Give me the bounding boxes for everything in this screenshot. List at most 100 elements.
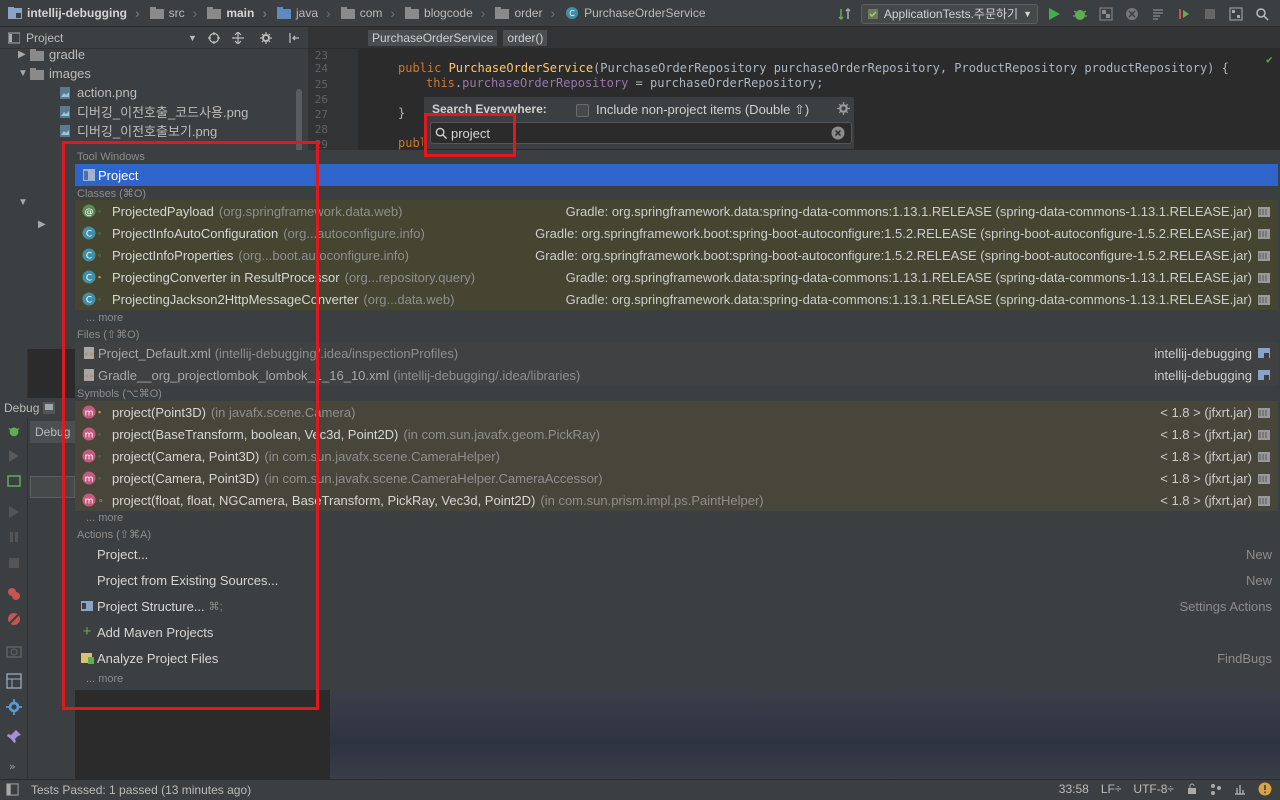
result-symbol[interactable]: m ◦ project(BaseTransform, boolean, Vec3d,… (75, 423, 1278, 445)
expand-arrow-icon[interactable]: ▶ (18, 49, 30, 60)
rerun-icon[interactable] (1174, 4, 1194, 24)
library-jar-icon (1258, 430, 1270, 440)
result-action[interactable]: Project from Existing Sources... New (75, 567, 1278, 593)
result-action[interactable]: Project... New (75, 541, 1278, 567)
project-panel-title: Project (26, 30, 64, 45)
visibility-icon: ▪ (98, 272, 102, 282)
debug-bug-icon[interactable] (7, 424, 21, 438)
memory-indicator-icon[interactable] (1234, 783, 1246, 795)
svg-text:<>: <> (84, 373, 94, 380)
clear-icon[interactable] (831, 126, 845, 140)
debug-icon[interactable] (1070, 4, 1090, 24)
result-class[interactable]: @ ◦ ProjectedPayload (org.springframework.d… (75, 200, 1278, 222)
more-symbols-link[interactable]: ... more (86, 512, 123, 524)
settings-gear-icon[interactable] (6, 699, 22, 715)
result-source: < 1.8 > (jfxrt.jar) (1160, 404, 1252, 420)
inspection-ok-icon[interactable]: ✔ (1266, 53, 1273, 66)
breadcrumb-order[interactable]: order › (487, 0, 557, 27)
thread-select[interactable] (30, 476, 75, 498)
breadcrumb-project[interactable]: intellij-debugging › (0, 0, 142, 27)
build-icon[interactable] (1148, 4, 1168, 24)
result-symbol[interactable]: m ◦ project(Camera, Point3D) (in com.sun.ja… (75, 445, 1278, 467)
line-separator[interactable]: LF÷ (1101, 782, 1122, 796)
hide-panel-icon[interactable] (288, 32, 300, 44)
settings-gear-icon[interactable] (837, 102, 850, 115)
event-log-icon[interactable] (1258, 782, 1272, 796)
pause-icon[interactable] (7, 530, 21, 544)
svg-text:C: C (86, 230, 92, 240)
tree-item-file[interactable]: 디버깅_이전호출보기.png (58, 121, 217, 140)
expand-arrow-icon[interactable]: ▶ (38, 219, 46, 230)
result-class[interactable]: C ◦ ProjectingJackson2HttpMessageConverter… (75, 288, 1278, 310)
breadcrumb-blogcode[interactable]: blogcode › (397, 0, 487, 27)
run-configuration-select[interactable]: ApplicationTests.주문하기 ▼ (860, 3, 1038, 24)
view-breakpoints-icon[interactable] (6, 586, 22, 602)
checkbox-box[interactable] (576, 103, 589, 117)
collapse-arrow-icon[interactable]: ▼ (18, 197, 28, 208)
breadcrumb-main[interactable]: main › (199, 0, 269, 27)
include-non-project-checkbox[interactable]: Include non-project items (Double ⇧) (576, 102, 809, 118)
breadcrumb-src[interactable]: src › (142, 0, 200, 27)
tree-item-file[interactable]: 디버깅_이전호출_코드사용.png (58, 102, 248, 121)
result-class[interactable]: C ▪ ProjectingConverter in ResultProcessor… (75, 266, 1278, 288)
tool-windows-toggle-icon[interactable] (6, 783, 19, 796)
result-location: (intellij-debugging/.idea/inspectionProf… (214, 345, 459, 361)
result-action[interactable]: + Add Maven Projects (75, 619, 1278, 645)
tree-item-gradle[interactable]: ▶ gradle (18, 45, 85, 64)
editor-breadcrumb-class[interactable]: PurchaseOrderService (368, 29, 498, 46)
result-action[interactable]: Analyze Project Files FindBugs (75, 645, 1278, 671)
more-classes-link[interactable]: ... more (86, 312, 123, 324)
result-file[interactable]: <> Project_Default.xml (intellij-debugging… (75, 342, 1278, 364)
result-symbol[interactable]: m ▪ project(Point3D) (in javafx.scene.Camer… (75, 401, 1278, 423)
pin-icon[interactable] (6, 729, 22, 745)
breadcrumb-com[interactable]: com › (333, 0, 397, 27)
class-icon: C (82, 292, 96, 306)
settings-gear-icon[interactable] (260, 32, 272, 44)
folder-icon (30, 67, 44, 80)
tree-item-label: 디버깅_이전호출보기.png (77, 124, 218, 139)
result-symbol[interactable]: m ∘ project(float, float, NGCamera, BaseTr… (75, 489, 1278, 511)
stop-icon[interactable] (1200, 4, 1220, 24)
project-structure-icon[interactable] (1226, 4, 1246, 24)
caret-position[interactable]: 33:58 (1059, 782, 1089, 796)
result-class[interactable]: C ◦ ProjectInfoProperties (org...boot.autoc… (75, 244, 1278, 266)
view-dropdown-icon[interactable]: ▼ (188, 33, 197, 43)
tree-item-images[interactable]: ▼ images (18, 64, 91, 83)
collapse-arrow-icon[interactable]: ▼ (18, 68, 30, 79)
profile-icon[interactable] (1122, 4, 1142, 24)
git-icon[interactable] (1210, 783, 1222, 795)
breadcrumb-java[interactable]: java › (269, 0, 333, 27)
play-icon[interactable] (7, 505, 21, 519)
folder-icon (207, 7, 222, 19)
run-icon[interactable] (1044, 4, 1064, 24)
editor-breadcrumb-method[interactable]: order() (503, 29, 548, 46)
result-tool-window[interactable]: Project (75, 164, 1278, 186)
breadcrumb-class[interactable]: C PurchaseOrderService (557, 0, 707, 27)
xml-file-icon: <> (84, 369, 94, 381)
lock-icon[interactable] (1186, 783, 1198, 795)
rerun-icon[interactable] (7, 474, 21, 488)
debug-tab-label: Debug (35, 425, 71, 439)
camera-icon[interactable] (6, 643, 22, 659)
locate-icon[interactable] (208, 32, 220, 44)
result-file[interactable]: <> Gradle__org_projectlombok_lombok_1_16_… (75, 364, 1278, 386)
action-name: Analyze Project Files (97, 650, 219, 666)
file-encoding[interactable]: UTF-8÷ (1133, 782, 1174, 796)
result-action[interactable]: Project Structure... ⌘; Settings Actions (75, 593, 1278, 619)
mute-breakpoints-icon[interactable] (6, 611, 22, 627)
stop-icon[interactable] (7, 556, 21, 570)
sort-icon[interactable] (835, 4, 855, 24)
layout-icon[interactable] (6, 673, 22, 689)
collapse-all-icon[interactable] (232, 32, 244, 44)
result-symbol[interactable]: m ◦ project(Camera, Point3D) (in com.sun.ja… (75, 467, 1278, 489)
coverage-icon[interactable] (1096, 4, 1116, 24)
search-everywhere-icon[interactable] (1252, 4, 1272, 24)
search-input[interactable]: project (430, 122, 852, 144)
debug-tab[interactable]: Debug (30, 421, 75, 443)
resume-icon[interactable] (7, 449, 21, 463)
status-message[interactable]: Tests Passed: 1 passed (13 minutes ago) (31, 783, 251, 797)
tree-item-file[interactable]: action.png (58, 83, 137, 102)
result-class[interactable]: C ◦ ProjectInfoAutoConfiguration (org...aut… (75, 222, 1278, 244)
expand-more-icon[interactable]: » (9, 760, 16, 773)
more-actions-link[interactable]: ... more (86, 673, 123, 685)
